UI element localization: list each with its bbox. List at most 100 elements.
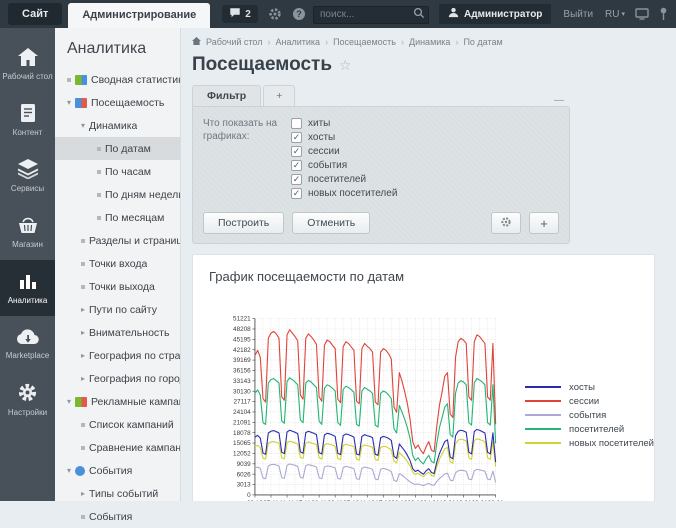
- sidebar-item[interactable]: ▸География по странам: [55, 344, 180, 367]
- rail-item-store[interactable]: Магазин: [0, 204, 55, 260]
- filter-checkbox-row[interactable]: хиты: [291, 117, 397, 130]
- sidebar-item-label: Внимательность: [89, 327, 169, 339]
- collapse-arrow-icon: ▾: [63, 397, 75, 406]
- svg-text:27117: 27117: [234, 399, 252, 406]
- bullet-icon: [81, 285, 85, 289]
- sidebar-item-label: Сравнение кампаний: [89, 442, 180, 454]
- sidebar-item[interactable]: Сравнение кампаний: [55, 436, 180, 459]
- rail-item-content[interactable]: Контент: [0, 92, 55, 148]
- rail-item-settings[interactable]: Настройки: [0, 372, 55, 428]
- sidebar-item[interactable]: По месяцам: [55, 206, 180, 229]
- breadcrumb-item[interactable]: Аналитика: [276, 37, 321, 47]
- svg-text:33143: 33143: [233, 378, 251, 385]
- sidebar-item[interactable]: По датам: [55, 137, 180, 160]
- notifications-button[interactable]: 2: [222, 5, 258, 23]
- search-box[interactable]: [313, 4, 429, 24]
- sidebar-item[interactable]: ▾Посещаемость: [55, 91, 180, 114]
- filter-settings-button[interactable]: [491, 212, 521, 234]
- sidebar-item[interactable]: Список кампаний: [55, 413, 180, 436]
- page-title-row: Посещаемость ☆: [192, 54, 676, 76]
- checkbox[interactable]: [291, 118, 302, 129]
- add-filter-tab[interactable]: +: [263, 85, 295, 106]
- home-icon: [17, 47, 39, 70]
- add-field-button[interactable]: +: [529, 212, 559, 234]
- sidebar-item-label: Типы событий: [89, 488, 158, 500]
- help-icon[interactable]: ?: [292, 7, 306, 21]
- filter-checkbox-row[interactable]: ✓ новых посетителей: [291, 187, 397, 200]
- admin-tab[interactable]: Администрирование: [68, 3, 210, 28]
- pin-icon[interactable]: [659, 7, 668, 21]
- filter-checkbox-row[interactable]: ✓события: [291, 159, 397, 172]
- checkbox[interactable]: ✓: [291, 146, 302, 157]
- filter-checkbox-row[interactable]: ✓ хосты: [291, 131, 397, 144]
- logout-link[interactable]: Выйти: [563, 9, 593, 20]
- bullet-icon: [97, 147, 101, 151]
- search-input[interactable]: [313, 6, 429, 24]
- sidebar-item[interactable]: ▸Пути по сайту: [55, 298, 180, 321]
- checkbox[interactable]: ✓: [291, 160, 302, 171]
- checkbox[interactable]: ✓: [291, 174, 302, 185]
- rail-item-desktop[interactable]: Рабочий стол: [0, 36, 55, 92]
- breadcrumb-item[interactable]: Динамика: [409, 37, 450, 47]
- checkbox-label: новых посетителей: [308, 188, 397, 199]
- collapse-arrow-icon: ▾: [63, 466, 75, 475]
- filter-checkbox-row[interactable]: ✓сессии: [291, 145, 397, 158]
- site-tab[interactable]: Сайт: [8, 3, 62, 25]
- checkbox-label: хосты: [308, 132, 335, 143]
- sidebar-item[interactable]: ▾События: [55, 459, 180, 482]
- svg-text:45195: 45195: [233, 336, 251, 343]
- rail-item-services[interactable]: Сервисы: [0, 148, 55, 204]
- sidebar-item-label: Пути по сайту: [89, 304, 157, 316]
- legend-label: события: [569, 410, 606, 421]
- bullet-icon: [67, 78, 71, 82]
- sidebar-item[interactable]: ▾Рекламные кампании: [55, 390, 180, 413]
- sidebar-item[interactable]: ▸География по городам: [55, 367, 180, 390]
- breadcrumb-item[interactable]: Посещаемость: [333, 37, 396, 47]
- sidebar-item[interactable]: Сводная статистика: [55, 68, 180, 91]
- checkbox-label: посетителей: [308, 174, 366, 185]
- filter-checkbox-row[interactable]: ✓ посетителей: [291, 173, 397, 186]
- summary-stats-icon: [75, 75, 87, 85]
- rail-item-marketplace[interactable]: Marketplace: [0, 316, 55, 372]
- campaigns-icon: [75, 397, 87, 407]
- collapse-arrow-icon: ▾: [77, 121, 89, 130]
- sidebar-item[interactable]: Разделы и страницы: [55, 229, 180, 252]
- sidebar-item[interactable]: Точки выхода: [55, 275, 180, 298]
- sidebar-item[interactable]: Точки входа: [55, 252, 180, 275]
- user-button[interactable]: Администратор: [439, 4, 551, 24]
- module-rail: Рабочий стол Контент Сервисы Магазин Ана…: [0, 28, 55, 501]
- breadcrumb-item[interactable]: Рабочий стол: [206, 37, 263, 47]
- filter-tab[interactable]: Фильтр: [192, 85, 261, 106]
- bullet-icon: [81, 446, 85, 450]
- cancel-button[interactable]: Отменить: [292, 212, 370, 234]
- sidebar-item[interactable]: ▸Внимательность: [55, 321, 180, 344]
- legend-item: хосты: [525, 380, 654, 394]
- checkbox[interactable]: ✓: [291, 188, 302, 199]
- sidebar-item[interactable]: События: [55, 505, 180, 528]
- sidebar-item-label: Разделы и страницы: [89, 235, 180, 247]
- events-icon: [75, 466, 85, 476]
- settings-gear-icon[interactable]: [268, 7, 282, 21]
- breadcrumb-item[interactable]: По датам: [463, 37, 502, 47]
- collapse-filter-button[interactable]: —: [554, 95, 570, 106]
- sidebar-item-label: Посещаемость: [91, 97, 164, 109]
- legend-item: события: [525, 408, 654, 422]
- breadcrumb-home-icon[interactable]: [192, 37, 201, 47]
- language-selector[interactable]: RU ▾: [605, 9, 625, 20]
- filter-body: Что показать на графиках: хиты✓хосты✓сес…: [192, 106, 570, 244]
- rail-item-label: Магазин: [12, 241, 43, 250]
- svg-text:?: ?: [296, 9, 302, 19]
- sidebar-item[interactable]: ▾Динамика: [55, 114, 180, 137]
- svg-text:42182: 42182: [233, 347, 251, 354]
- sidebar-item[interactable]: По часам: [55, 160, 180, 183]
- bullet-icon: [81, 423, 85, 427]
- desktop-view-icon[interactable]: [635, 8, 649, 20]
- sidebar-item[interactable]: ▸Типы событий: [55, 482, 180, 505]
- legend-label: сессии: [569, 396, 599, 407]
- legend-swatch: [525, 400, 561, 402]
- sidebar-item[interactable]: По дням недели: [55, 183, 180, 206]
- build-button[interactable]: Построить: [203, 212, 284, 234]
- favorite-star-icon[interactable]: ☆: [339, 57, 352, 74]
- checkbox[interactable]: ✓: [291, 132, 302, 143]
- rail-item-analytics[interactable]: Аналитика: [0, 260, 55, 316]
